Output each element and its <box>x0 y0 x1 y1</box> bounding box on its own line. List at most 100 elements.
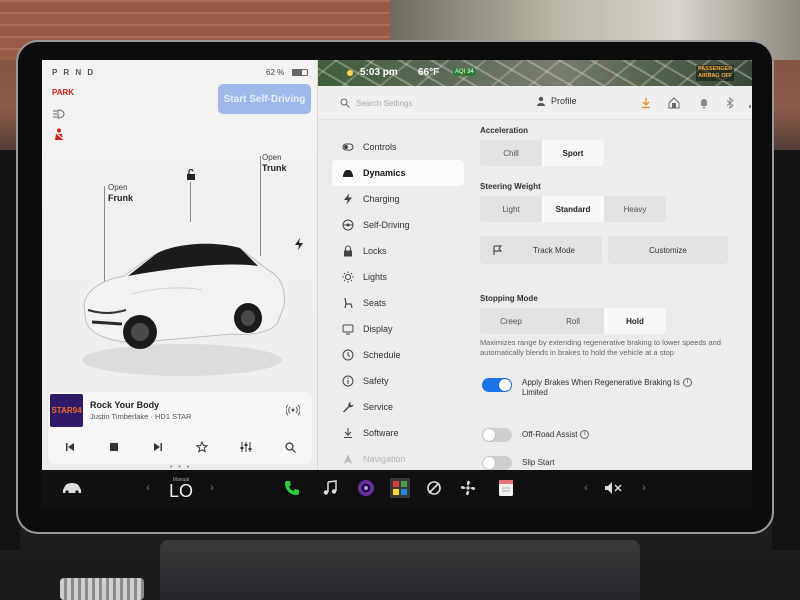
app-launcher-icon[interactable] <box>388 477 412 499</box>
nav-item-software[interactable]: Software <box>332 420 464 446</box>
open-trunk-button[interactable]: Open Trunk <box>262 152 287 174</box>
settings-search-input[interactable] <box>356 94 476 112</box>
nav-item-label: Display <box>363 324 393 334</box>
nav-item-dynamics[interactable]: Dynamics <box>332 160 464 186</box>
person-icon <box>537 96 545 106</box>
airbag-line2: AIRBAG OFF <box>698 73 733 79</box>
stopping-mode-selector: Creep Roll Hold <box>480 308 666 334</box>
nav-item-seats[interactable]: Seats <box>332 290 464 316</box>
previous-track-icon[interactable] <box>63 440 77 454</box>
open-frunk-button[interactable]: Open Frunk <box>108 182 133 204</box>
start-self-driving-button[interactable]: Start Self-Driving <box>218 84 311 114</box>
media-player[interactable]: STAR94 Rock Your Body Justin Timberlake … <box>48 392 312 464</box>
charge-port-icon[interactable] <box>294 238 304 250</box>
nav-item-controls[interactable]: Controls <box>332 134 464 160</box>
passenger-airbag-status: PASSENGER AIRBAG OFF <box>696 65 735 81</box>
nav-item-self-driving[interactable]: Self-Driving <box>332 212 464 238</box>
equalizer-icon[interactable] <box>239 440 253 454</box>
nav-item-schedule[interactable]: Schedule <box>332 342 464 368</box>
nav-item-navigation[interactable]: Navigation <box>332 446 464 472</box>
volume-down-chevron-icon[interactable]: ‹ <box>580 477 592 499</box>
battery-percent: 62 % <box>266 68 285 77</box>
nav-item-safety[interactable]: Safety <box>332 368 464 394</box>
car-controls-icon[interactable] <box>58 477 86 499</box>
download-icon[interactable] <box>640 97 652 109</box>
volume-muted-icon[interactable] <box>602 477 626 499</box>
next-track-icon[interactable] <box>151 440 165 454</box>
clock-icon <box>342 349 354 361</box>
nav-item-charging[interactable]: Charging <box>332 186 464 212</box>
media-search-icon[interactable] <box>283 440 297 454</box>
clock-time: 5:03 pm <box>360 67 398 78</box>
nav-item-label: Navigation <box>363 454 406 464</box>
trunk-open-label: Open <box>262 153 282 162</box>
profile-button[interactable]: Profile <box>536 96 577 106</box>
trunk-label: Trunk <box>262 163 287 173</box>
background-center-console <box>160 540 640 600</box>
info-icon[interactable]: i <box>682 378 692 388</box>
bluetooth-icon[interactable] <box>724 97 736 109</box>
slip-start-label: Slip Start <box>522 458 555 467</box>
climate-temperature[interactable]: Manual LO <box>164 477 198 501</box>
nav-item-label: Dynamics <box>363 168 406 178</box>
phone-icon[interactable] <box>280 477 304 499</box>
nav-item-display[interactable]: Display <box>332 316 464 342</box>
aqi-badge: AQI 34 <box>453 68 476 76</box>
dashcam-no-sign-icon[interactable] <box>422 477 446 499</box>
frunk-open-label: Open <box>108 183 128 192</box>
camera-app-icon[interactable] <box>354 477 378 499</box>
car-icon <box>342 167 354 179</box>
outside-temperature: 66°F <box>418 67 440 78</box>
bolt-icon <box>342 193 354 205</box>
frunk-label: Frunk <box>108 193 134 203</box>
stopping-option-roll[interactable]: Roll <box>542 308 604 334</box>
fan-icon[interactable] <box>456 477 480 499</box>
off-road-assist-text: Off-Road Assist <box>522 430 578 439</box>
off-road-assist-toggle[interactable] <box>482 428 512 442</box>
headlight-icon <box>53 109 65 119</box>
steering-option-standard[interactable]: Standard <box>542 196 604 222</box>
steering-weight-label: Steering Weight <box>480 182 541 191</box>
stopping-option-hold[interactable]: Hold <box>604 308 666 334</box>
sun-icon <box>342 271 354 283</box>
steering-option-light[interactable]: Light <box>480 196 542 222</box>
unlock-icon[interactable] <box>185 168 197 180</box>
temp-decrease-chevron-icon[interactable]: ‹ <box>142 477 154 499</box>
battery-icon <box>292 69 308 76</box>
music-note-icon[interactable] <box>318 477 342 499</box>
info-icon[interactable]: i <box>580 430 590 440</box>
apply-brakes-label: Apply Brakes When Regenerative Braking I… <box>522 378 742 398</box>
temp-increase-chevron-icon[interactable]: › <box>206 477 218 499</box>
track-mode-button[interactable]: Track Mode <box>480 236 602 264</box>
radio-signal-icon[interactable] <box>286 404 300 416</box>
nav-item-label: Lights <box>363 272 388 282</box>
notification-bell-icon[interactable] <box>698 97 710 109</box>
park-indicator: PARK <box>52 88 75 97</box>
search-icon <box>340 98 350 108</box>
nav-item-label: Service <box>363 402 394 412</box>
home-garage-icon[interactable] <box>668 97 680 109</box>
climate-temp-value: LO <box>168 481 193 501</box>
nav-item-label: Charging <box>363 194 400 204</box>
stop-icon[interactable] <box>107 440 121 454</box>
acceleration-option-chill[interactable]: Chill <box>480 140 542 166</box>
slip-start-toggle[interactable] <box>482 456 512 470</box>
flag-icon <box>493 245 503 255</box>
favorite-star-icon[interactable] <box>195 440 209 454</box>
stopping-option-creep[interactable]: Creep <box>480 308 542 334</box>
volume-up-chevron-icon[interactable]: › <box>638 477 650 499</box>
display-icon <box>342 323 354 335</box>
steering-wheel-icon <box>342 219 354 231</box>
acceleration-option-sport[interactable]: Sport <box>542 140 604 166</box>
weather-icon <box>347 70 353 76</box>
nav-item-lights[interactable]: Lights <box>332 264 464 290</box>
nav-item-locks[interactable]: Locks <box>332 238 464 264</box>
nav-item-label: Software <box>363 428 399 438</box>
notes-app-icon[interactable] <box>494 477 518 499</box>
background-pedal <box>60 578 144 600</box>
acceleration-selector: Chill Sport <box>480 140 604 166</box>
nav-item-service[interactable]: Service <box>332 394 464 420</box>
customize-button[interactable]: Customize <box>608 236 728 264</box>
steering-option-heavy[interactable]: Heavy <box>604 196 666 222</box>
apply-brakes-toggle[interactable] <box>482 378 512 392</box>
